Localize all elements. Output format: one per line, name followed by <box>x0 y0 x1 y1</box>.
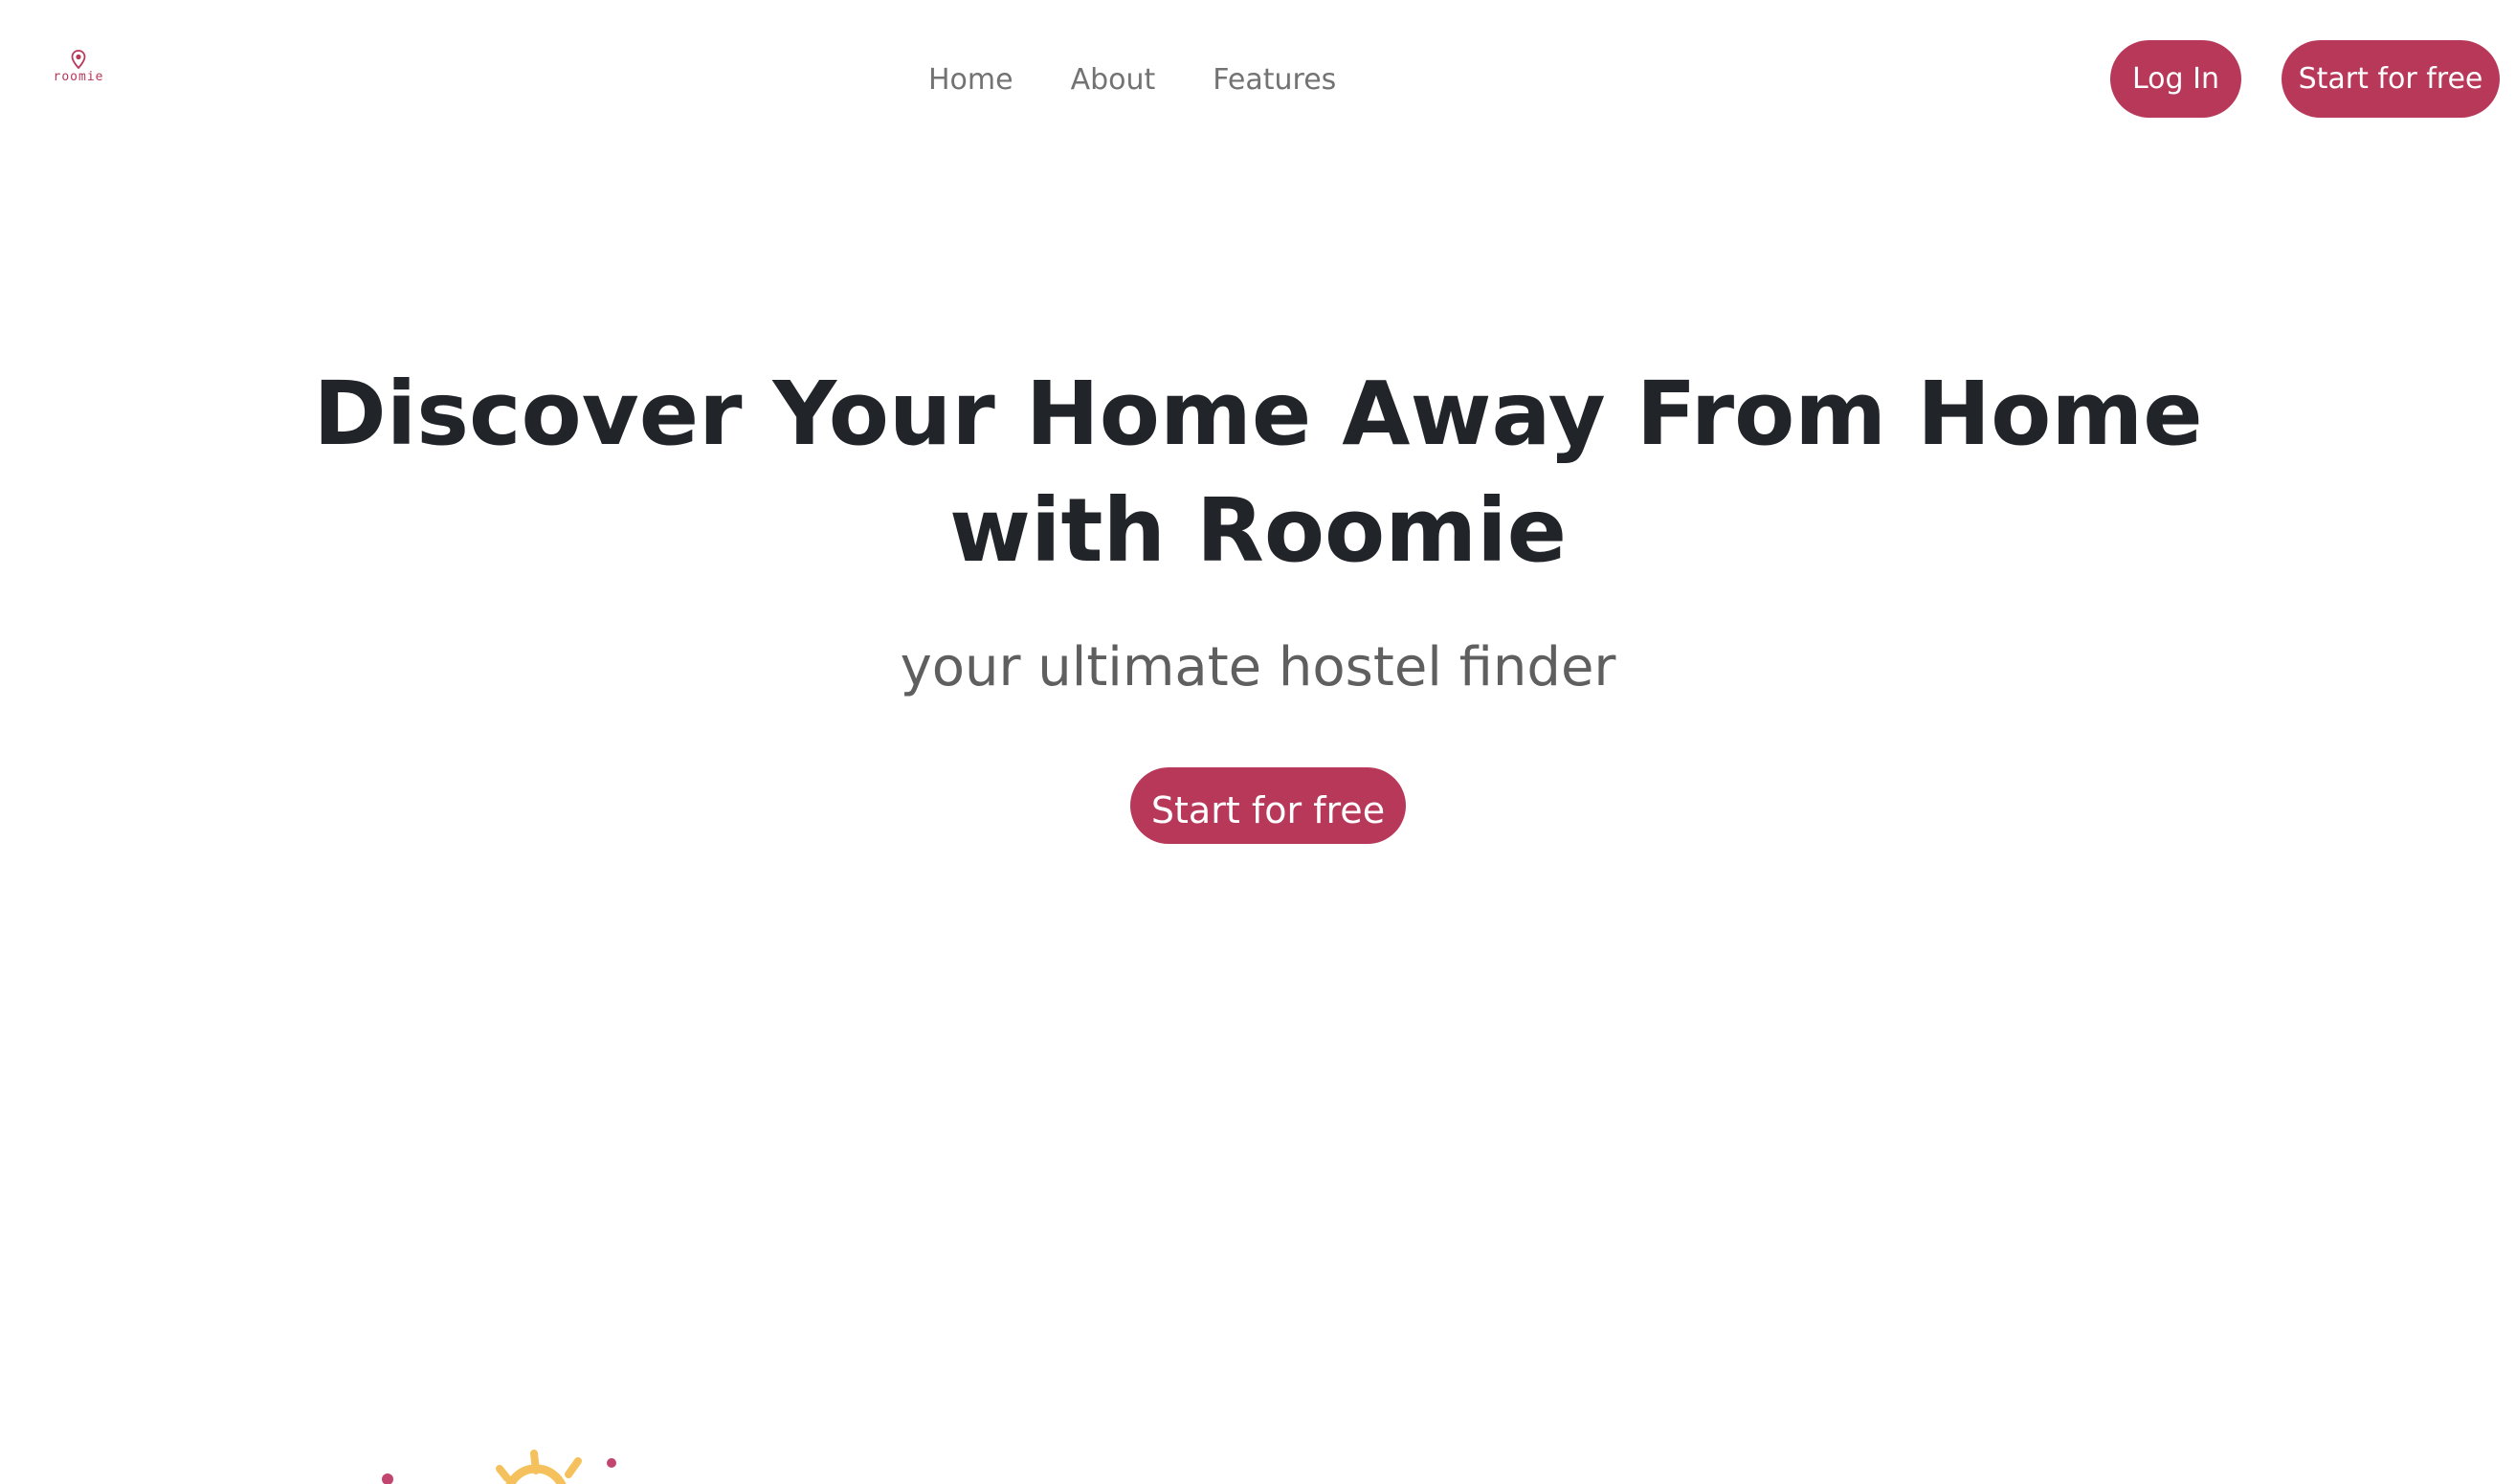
location-pin-icon <box>71 50 86 69</box>
landing-page: roomie Home About Features Log In Start … <box>0 0 2516 1484</box>
main-nav: Home About Features <box>928 59 1336 101</box>
nav-item-home[interactable]: Home <box>928 59 1013 101</box>
nav-item-features[interactable]: Features <box>1213 59 1336 101</box>
sun-illustration-icon <box>364 1440 632 1484</box>
hero-start-free-button[interactable]: Start for free <box>1130 767 1406 844</box>
hero-subtitle: your ultimate hostel finder <box>900 636 1616 698</box>
logo-wordmark: roomie <box>53 70 104 84</box>
site-header: roomie Home About Features Log In Start … <box>0 0 2516 163</box>
brand-logo[interactable]: roomie <box>50 50 107 88</box>
nav-item-about[interactable]: About <box>1071 59 1156 101</box>
login-button[interactable]: Log In <box>2110 40 2241 118</box>
hero-title: Discover Your Home Away From Home with R… <box>313 363 2203 582</box>
header-start-free-button[interactable]: Start for free <box>2282 40 2500 118</box>
